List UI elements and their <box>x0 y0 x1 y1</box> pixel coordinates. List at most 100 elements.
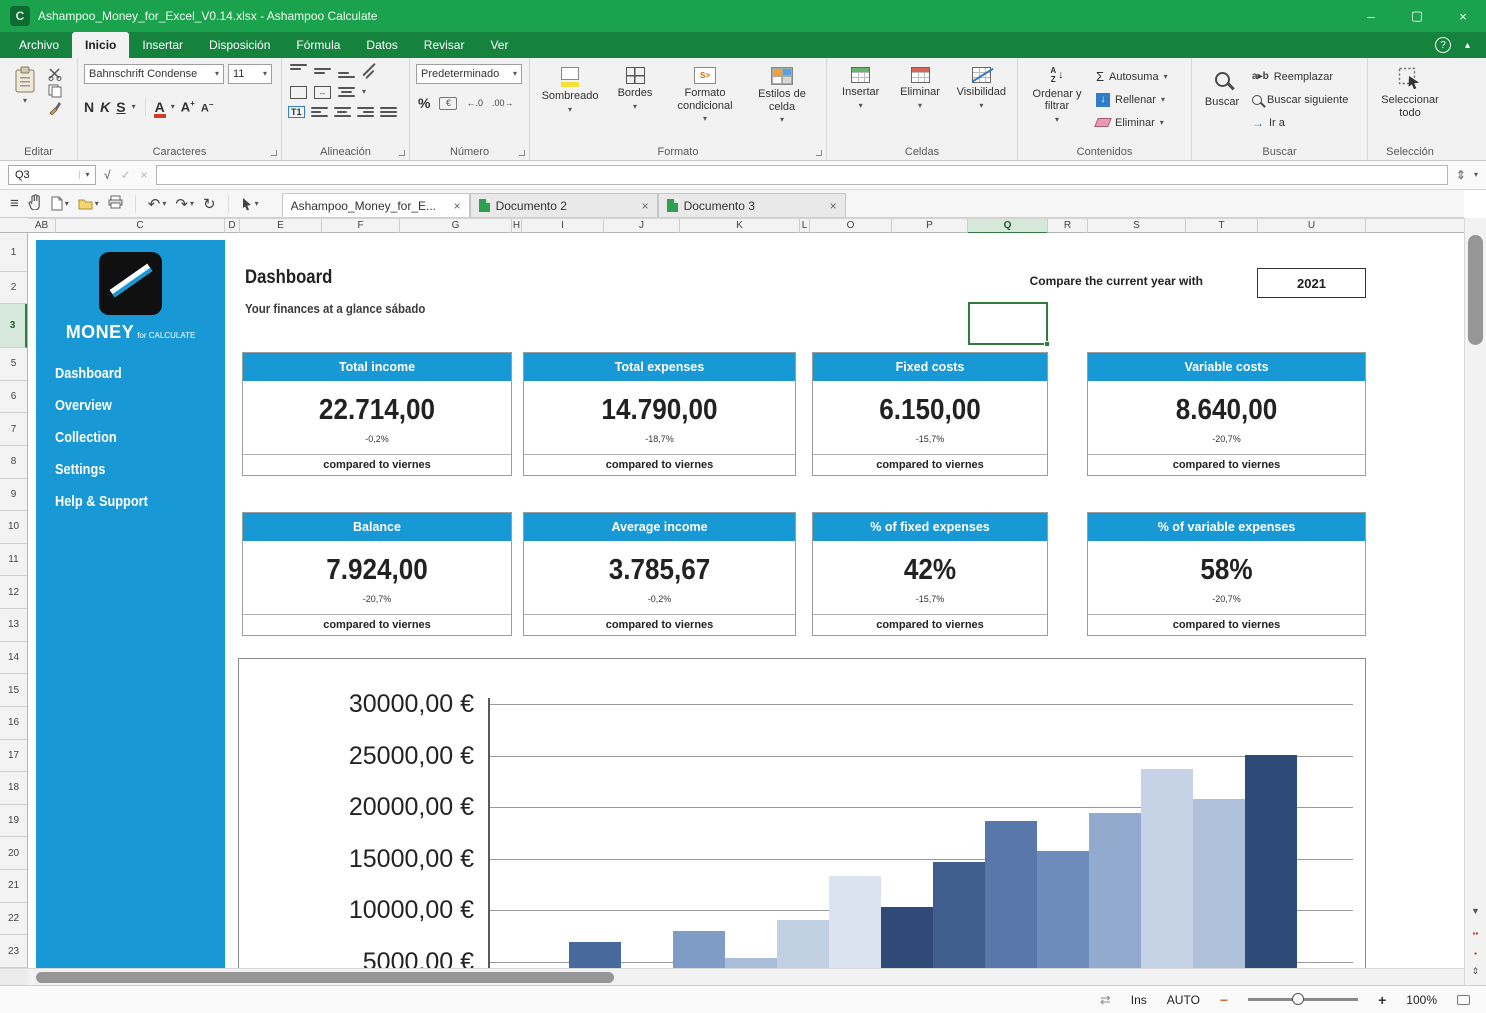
insert-function-icon[interactable]: √ <box>104 168 111 182</box>
column-header-E[interactable]: E <box>240 219 322 234</box>
ir-a-button[interactable]: →Ir a <box>1248 112 1352 133</box>
column-header-K[interactable]: K <box>680 219 800 234</box>
format-painter-icon[interactable] <box>48 101 62 118</box>
menu-tab-fórmula[interactable]: Fórmula <box>283 32 353 58</box>
cell-reference-box[interactable]: Q3 ▾ <box>8 165 96 185</box>
print-button[interactable] <box>108 195 123 212</box>
menu-tab-insertar[interactable]: Insertar <box>129 32 196 58</box>
row-header-2[interactable]: 2 <box>0 272 27 304</box>
compare-year-input[interactable]: 2021 <box>1257 268 1366 298</box>
row-header-6[interactable]: 6 <box>0 381 27 414</box>
menu-tab-revisar[interactable]: Revisar <box>411 32 478 58</box>
buscar-siguiente-button[interactable]: Buscar siguiente <box>1248 89 1352 110</box>
column-header-D[interactable]: D <box>225 219 240 234</box>
row-header-8[interactable]: 8 <box>0 446 27 479</box>
maximize-button[interactable]: ▢ <box>1394 0 1440 32</box>
document-tab[interactable]: Documento 3× <box>658 193 846 217</box>
chevron-down-icon[interactable]: ▾ <box>171 103 175 111</box>
italic-button[interactable]: K <box>100 99 110 115</box>
menu-tab-disposición[interactable]: Disposición <box>196 32 283 58</box>
sidebar-item-dashboard[interactable]: Dashboard <box>36 358 225 390</box>
row-header-15[interactable]: 15 <box>0 674 27 707</box>
row-header-18[interactable]: 18 <box>0 772 27 805</box>
document-tab[interactable]: Ashampoo_Money_for_E...× <box>282 193 470 217</box>
insertar-celdas-button[interactable]: Insertar ▾ <box>831 64 890 113</box>
expand-formula-bar-icon[interactable]: ⇕ <box>1456 168 1466 182</box>
undo-button[interactable]: ↶▾ <box>148 195 167 213</box>
formato-condicional-button[interactable]: S> Formato condicional ▾ <box>664 64 746 126</box>
shrink-font-button[interactable]: A− <box>201 100 214 115</box>
fill-handle[interactable] <box>1044 341 1050 347</box>
column-header-S[interactable]: S <box>1088 219 1186 234</box>
sombreado-button[interactable]: Sombreado ▾ <box>534 64 606 117</box>
refresh-icon[interactable]: ↻ <box>203 195 216 213</box>
sidebar-item-help-support[interactable]: Help & Support <box>36 486 225 518</box>
prev-mark-button[interactable]: ▪▪ <box>1465 924 1486 942</box>
underline-button[interactable]: S <box>116 99 125 115</box>
chevron-down-icon[interactable]: ▾ <box>1474 171 1478 179</box>
vertical-scrollbar[interactable]: ▼ ▪▪ ▪ ⇕ <box>1464 218 1486 985</box>
zoom-slider-knob[interactable] <box>1292 993 1304 1005</box>
column-header-Q[interactable]: Q <box>968 219 1048 234</box>
visibilidad-button[interactable]: Visibilidad ▾ <box>950 64 1013 113</box>
close-tab-icon[interactable]: × <box>830 199 837 213</box>
new-document-button[interactable]: ▾ <box>51 196 69 211</box>
row-header-3[interactable]: 3 <box>0 304 27 348</box>
increase-decimals-icon[interactable]: ←.0 <box>466 98 483 108</box>
cancel-icon[interactable]: × <box>141 168 148 182</box>
column-header-F[interactable]: F <box>322 219 400 234</box>
merge-cells-icon[interactable]: ↔ <box>314 86 331 99</box>
row-header-16[interactable]: 16 <box>0 707 27 740</box>
align-right-icon[interactable] <box>357 105 374 119</box>
view-list-icon[interactable]: ≡ <box>10 195 19 212</box>
row-header-21[interactable]: 21 <box>0 870 27 903</box>
row-header-12[interactable]: 12 <box>0 576 27 609</box>
column-header-R[interactable]: R <box>1048 219 1088 234</box>
column-header-H[interactable]: H <box>512 219 522 234</box>
column-header-T[interactable]: T <box>1186 219 1258 234</box>
horizontal-scrollbar-thumb[interactable] <box>36 972 614 983</box>
align-top-icon[interactable] <box>290 64 307 78</box>
spreadsheet-canvas[interactable]: MONEYfor CALCULATE DashboardOverviewColl… <box>28 233 1464 968</box>
estilos-celda-button[interactable]: Estilos de celda ▾ <box>746 64 818 127</box>
column-header-P[interactable]: P <box>892 219 968 234</box>
fit-view-icon[interactable] <box>1457 995 1470 1005</box>
close-button[interactable]: × <box>1440 0 1486 32</box>
ordenar-filtrar-button[interactable]: AZ↓ Ordenar y filtrar ▾ <box>1022 64 1092 133</box>
horizontal-scrollbar[interactable] <box>28 968 1464 985</box>
menu-tab-archivo[interactable]: Archivo <box>6 32 72 58</box>
grow-font-button[interactable]: A+ <box>181 99 195 114</box>
bordes-button[interactable]: Bordes ▾ <box>606 64 664 114</box>
buscar-button[interactable]: Buscar <box>1196 64 1248 133</box>
rellenar-button[interactable]: ↓Rellenar▾ <box>1092 89 1172 110</box>
menu-tab-ver[interactable]: Ver <box>477 32 521 58</box>
menu-tab-inicio[interactable]: Inicio <box>72 32 129 58</box>
font-color-button[interactable]: A <box>155 100 165 114</box>
help-icon[interactable]: ? <box>1435 37 1451 53</box>
next-mark-button[interactable]: ▪ <box>1465 944 1486 962</box>
percent-style-button[interactable]: % <box>418 95 430 111</box>
align-left-icon[interactable] <box>311 105 328 119</box>
row-header-20[interactable]: 20 <box>0 837 27 870</box>
row-header-10[interactable]: 10 <box>0 511 27 544</box>
open-document-button[interactable]: ▾ <box>78 197 99 210</box>
sidebar-item-settings[interactable]: Settings <box>36 454 225 486</box>
seleccionar-todo-button[interactable]: Seleccionar todo <box>1372 64 1448 122</box>
reemplazar-button[interactable]: a▸bReemplazar <box>1248 66 1352 87</box>
row-header-17[interactable]: 17 <box>0 740 27 773</box>
row-header-23[interactable]: 23 <box>0 935 27 968</box>
chevron-down-icon[interactable]: ▾ <box>362 88 366 96</box>
insert-mode-indicator[interactable]: Ins <box>1131 993 1147 1007</box>
redo-button[interactable]: ↷▾ <box>175 195 194 213</box>
column-header-L[interactable]: L <box>800 219 810 234</box>
row-header-11[interactable]: 11 <box>0 544 27 577</box>
column-header-C[interactable]: C <box>56 219 225 234</box>
menu-tab-datos[interactable]: Datos <box>353 32 410 58</box>
scroll-down-button[interactable]: ▼ <box>1465 902 1486 920</box>
close-tab-icon[interactable]: × <box>642 199 649 213</box>
column-header-J[interactable]: J <box>604 219 680 234</box>
currency-style-icon[interactable]: € <box>439 97 457 110</box>
row-header-14[interactable]: 14 <box>0 642 27 675</box>
pointer-mode-button[interactable]: ▾ <box>241 197 259 211</box>
pan-hand-icon[interactable] <box>28 194 42 213</box>
